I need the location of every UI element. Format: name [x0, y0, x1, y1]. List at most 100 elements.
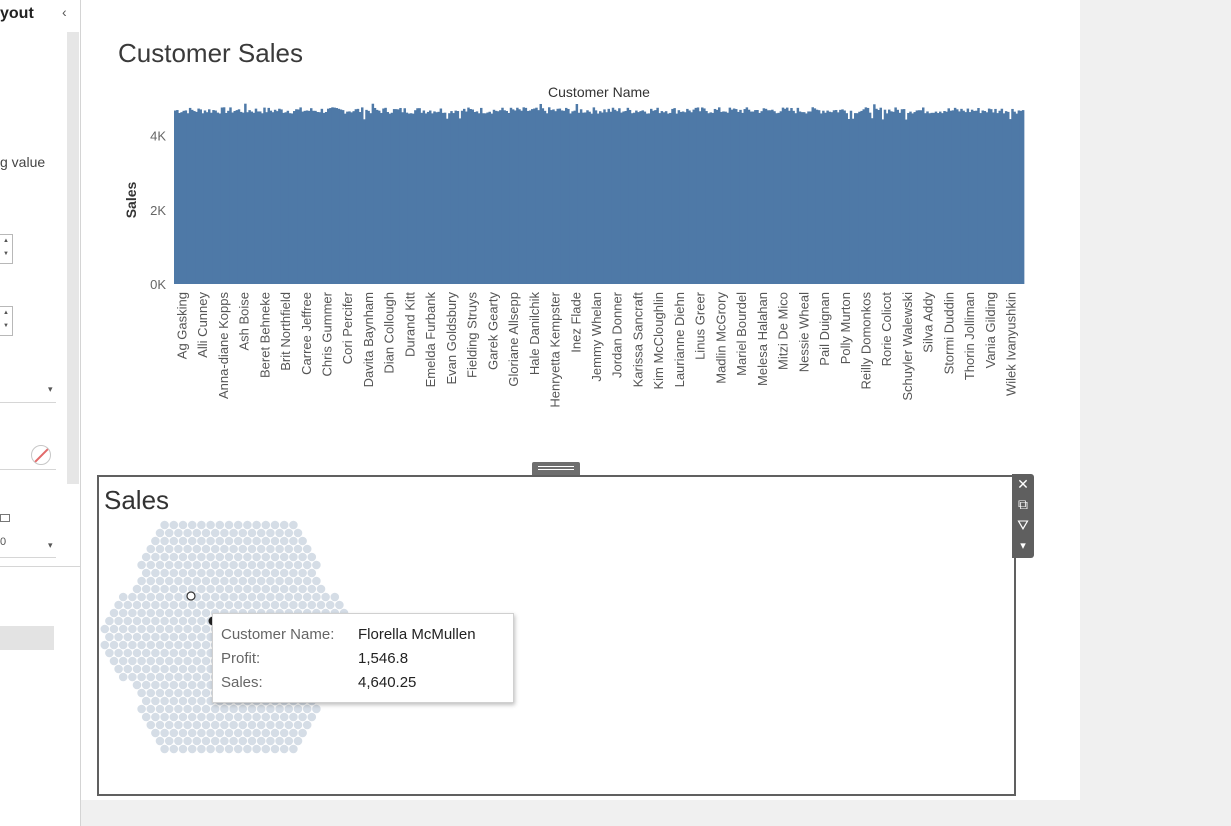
- customer-bubble: [183, 528, 192, 538]
- spin-down-icon[interactable]: ▼: [0, 320, 12, 333]
- bar: [898, 112, 902, 284]
- customer-bubble: [169, 536, 179, 546]
- divider: [0, 566, 80, 567]
- bar: [909, 111, 912, 284]
- customer-bubble: [229, 736, 238, 746]
- close-icon[interactable]: ✕: [1012, 474, 1034, 495]
- customer-bubble: [233, 744, 243, 754]
- customer-bubble: [123, 600, 133, 610]
- bar: [613, 109, 617, 284]
- customer-bubble: [178, 536, 188, 546]
- bar: [1000, 108, 1004, 284]
- chevron-left-icon[interactable]: ‹: [62, 4, 67, 20]
- customer-bubble: [123, 664, 133, 674]
- customer-bubble: [187, 664, 197, 674]
- spin-up-icon[interactable]: ▲: [0, 235, 12, 248]
- bar: [832, 110, 836, 284]
- customer-bubble: [197, 552, 206, 562]
- customer-bubble: [114, 600, 123, 610]
- customer-bubble: [160, 712, 169, 722]
- customer-bubble: [192, 576, 202, 586]
- bar: [711, 112, 715, 284]
- bar: [443, 112, 447, 284]
- bar: [401, 112, 404, 284]
- customer-bubble: [238, 576, 248, 586]
- bar: [977, 108, 980, 284]
- customer-bubble: [279, 536, 289, 546]
- bar: [426, 111, 430, 284]
- customer-bubble: [183, 576, 192, 586]
- spin-down-icon[interactable]: ▼: [0, 248, 12, 261]
- bar: [845, 113, 848, 284]
- bar: [664, 111, 668, 285]
- customer-bubble: [284, 736, 294, 746]
- customer-bubble: [298, 536, 307, 546]
- customer-bubble: [289, 520, 298, 530]
- category-label: Mariel Bourdel: [734, 292, 749, 376]
- popout-icon[interactable]: ⧉: [1012, 494, 1034, 515]
- customer-sales-bar-chart[interactable]: Customer Name Sales 0K 2K 4K Ag Gasking Alli C…: [110, 80, 1040, 450]
- spinner-1[interactable]: ▲ ▼: [0, 234, 13, 264]
- customer-bubble: [164, 720, 174, 730]
- customer-bubble: [137, 624, 146, 634]
- customer-bubble: [105, 616, 114, 626]
- bar: [990, 109, 993, 284]
- customer-bubble: [160, 744, 169, 754]
- category-label: Chris Gummer: [320, 291, 335, 376]
- bar: [677, 110, 681, 284]
- customer-bubble: [233, 536, 243, 546]
- customer-bubble: [174, 624, 183, 634]
- customer-bubble: [169, 584, 179, 594]
- customer-bubble: [279, 584, 289, 594]
- customer-bubble: [155, 576, 165, 586]
- side-panel-button[interactable]: [0, 626, 54, 650]
- customer-bubble: [279, 600, 289, 610]
- customer-bubble: [146, 688, 156, 698]
- bar: [813, 108, 817, 284]
- bar: [817, 110, 821, 285]
- bar: [367, 110, 370, 284]
- bar: [531, 109, 534, 284]
- dropdown-arrow-icon[interactable]: ▾: [48, 384, 53, 395]
- bar: [267, 107, 270, 284]
- customer-bubble: [279, 728, 289, 738]
- customer-bubble: [155, 656, 165, 666]
- bar: [696, 107, 700, 285]
- spinner-2[interactable]: ▲ ▼: [0, 306, 13, 336]
- customer-bubble: [243, 728, 252, 738]
- customer-bubble: [197, 744, 206, 754]
- customer-bubble: [201, 560, 211, 570]
- customer-bubble: [137, 688, 146, 698]
- more-options-icon[interactable]: ▾: [1012, 536, 1034, 557]
- customer-bubble: [174, 688, 183, 698]
- bar: [373, 107, 377, 285]
- bar: [622, 111, 625, 285]
- bar: [397, 109, 400, 284]
- bar: [656, 107, 659, 284]
- bar: [418, 108, 421, 284]
- bar: [639, 111, 642, 284]
- column-header: Customer Name: [548, 84, 650, 100]
- bar: [599, 111, 602, 284]
- category-label: Wilek Ivanyushkin: [1004, 292, 1019, 396]
- swatch-icon[interactable]: [0, 514, 10, 522]
- bar: [620, 112, 623, 284]
- filter-icon[interactable]: ⛛: [1012, 515, 1034, 536]
- customer-bubble: [321, 592, 330, 602]
- spin-up-icon[interactable]: ▲: [0, 307, 12, 320]
- customer-bubble: [206, 712, 215, 722]
- no-color-icon[interactable]: [31, 445, 51, 465]
- customer-bubble: [238, 528, 248, 538]
- resize-handle[interactable]: [532, 462, 580, 475]
- customer-bubble: [206, 536, 215, 546]
- customer-bubble: [224, 520, 234, 530]
- customer-bubble: [187, 648, 197, 658]
- side-panel-scrollbar[interactable]: [67, 32, 79, 484]
- customer-bubble: [160, 584, 169, 594]
- dropdown-arrow-icon[interactable]: ▾: [48, 540, 53, 551]
- bar: [235, 110, 239, 284]
- customer-bubble: [155, 736, 165, 746]
- customer-bubble: [220, 736, 229, 746]
- customer-bubble: [266, 736, 275, 746]
- customer-bubble: [155, 672, 165, 682]
